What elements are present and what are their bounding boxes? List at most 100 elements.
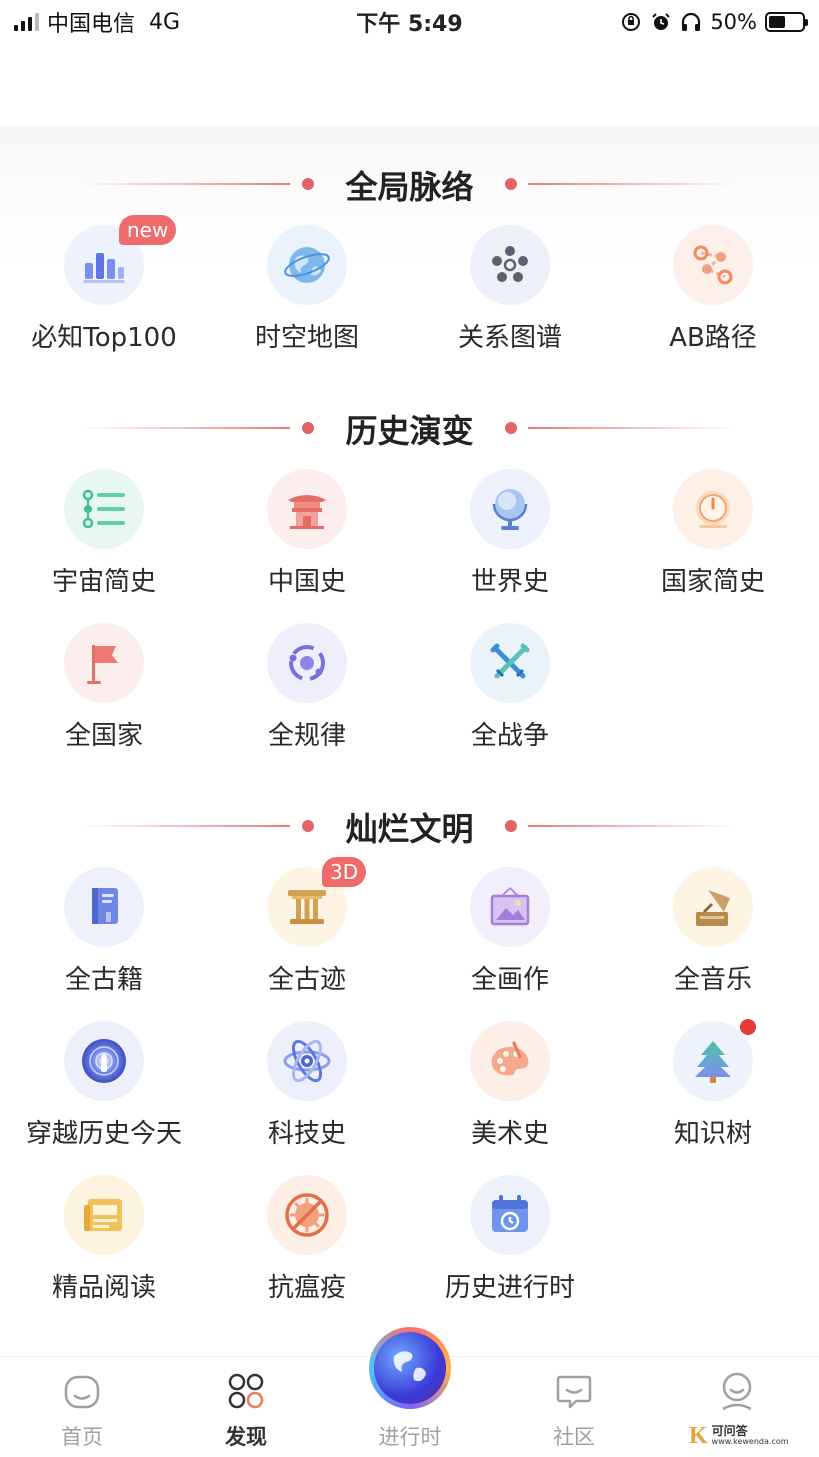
tab-discover[interactable]: 发现 <box>164 1357 328 1457</box>
item-label: 全国家 <box>64 721 143 751</box>
flag-icon <box>64 623 144 703</box>
item-label: 科技史 <box>267 1119 346 1149</box>
item-label: 抗瘟疫 <box>267 1273 346 1303</box>
item-label: 关系图谱 <box>457 323 562 353</box>
item-label: 穿越历史今天 <box>25 1119 182 1149</box>
item-label: 中国史 <box>267 567 346 597</box>
item-label: 精品阅读 <box>51 1273 156 1303</box>
network-type: 4G <box>149 9 181 35</box>
new-badge: new <box>119 215 177 245</box>
item-label: 美术史 <box>470 1119 549 1149</box>
path-nodes-icon <box>673 225 753 305</box>
palette-icon <box>470 1021 550 1101</box>
status-right-group: 50% <box>620 10 808 34</box>
graph-nodes-icon <box>470 225 550 305</box>
item-art-history[interactable]: 美术史 <box>415 1021 605 1151</box>
item-world-history[interactable]: 世界史 <box>415 469 605 599</box>
no-virus-icon <box>267 1175 347 1255</box>
item-spacetime-map[interactable]: 时空地图 <box>212 225 402 355</box>
tab-label: 进行时 <box>378 1425 442 1449</box>
item-relation-graph[interactable]: 关系图谱 <box>415 225 605 355</box>
item-all-paintings[interactable]: 全画作 <box>415 867 605 997</box>
item-all-countries[interactable]: 全国家 <box>9 623 199 753</box>
tab-label: 社区 <box>553 1425 595 1449</box>
headphones-icon <box>680 11 702 33</box>
status-bar: 中国电信 4G 50% <box>0 0 819 44</box>
section-title: 灿烂文明 <box>345 810 474 848</box>
item-ancient-sites[interactable]: 3D 全古迹 <box>212 857 402 997</box>
battery-percentage: 50% <box>710 10 757 34</box>
bottom-tab-bar: 首页 发现 进行时 社区 我的 K 可问答 www.kewenda.com <box>0 1327 819 1457</box>
item-label: AB路径 <box>669 323 757 353</box>
watermark-brand: K <box>689 1422 708 1449</box>
top-nav-area <box>0 44 819 126</box>
battery-icon <box>765 12 808 32</box>
item-country-history[interactable]: 国家简史 <box>618 469 808 599</box>
rotation-lock-icon <box>620 11 642 33</box>
profile-icon <box>722 1372 752 1411</box>
calendar-clock-icon <box>470 1175 550 1255</box>
item-label: 世界史 <box>470 567 549 597</box>
list-timeline-icon <box>64 469 144 549</box>
tab-home[interactable]: 首页 <box>0 1357 164 1457</box>
clock-icon <box>673 469 753 549</box>
chat-icon <box>556 1375 592 1409</box>
item-today-in-history[interactable]: 穿越历史今天 <box>9 1021 199 1151</box>
painting-frame-icon <box>470 867 550 947</box>
book-icon <box>64 867 144 947</box>
item-label: 历史进行时 <box>444 1273 575 1303</box>
section-header-civilization: 灿烂文明 <box>0 796 819 856</box>
discover-icon <box>228 1373 264 1409</box>
section-title: 历史演变 <box>345 412 474 450</box>
3d-badge: 3D <box>322 857 367 887</box>
item-label: 宇宙简史 <box>51 567 156 597</box>
item-label: 全古籍 <box>64 965 143 995</box>
item-history-in-progress[interactable]: 历史进行时 <box>415 1175 605 1305</box>
atom-icon <box>267 1021 347 1101</box>
tab-label: 首页 <box>61 1425 103 1449</box>
watermark-url: www.kewenda.com <box>711 1437 789 1447</box>
newspaper-icon <box>64 1175 144 1255</box>
item-label: 知识树 <box>673 1119 752 1149</box>
item-tech-history[interactable]: 科技史 <box>212 1021 402 1151</box>
globe-map-icon <box>267 225 347 305</box>
watermark-logo: K 可问答 www.kewenda.com <box>689 1421 809 1451</box>
tab-label: 发现 <box>225 1425 267 1449</box>
item-label: 全战争 <box>470 721 549 751</box>
section-header-evolution: 历史演变 <box>0 398 819 458</box>
item-all-wars[interactable]: 全战争 <box>415 623 605 753</box>
earth-globe-icon[interactable] <box>369 1327 451 1409</box>
pavilion-icon <box>267 469 347 549</box>
orbit-icon <box>267 623 347 703</box>
item-top100[interactable]: new 必知Top100 <box>9 215 199 355</box>
gramophone-icon <box>673 867 753 947</box>
item-label: 全规律 <box>267 721 346 751</box>
signal-strength-icon <box>14 13 39 31</box>
item-anti-plague[interactable]: 抗瘟疫 <box>212 1175 402 1305</box>
item-label: 必知Top100 <box>31 323 177 353</box>
item-all-music[interactable]: 全音乐 <box>618 867 808 997</box>
item-ancient-books[interactable]: 全古籍 <box>9 867 199 997</box>
item-knowledge-tree[interactable]: 知识树 <box>618 1019 808 1151</box>
item-china-history[interactable]: 中国史 <box>212 469 402 599</box>
time-tunnel-icon <box>64 1021 144 1101</box>
section-title: 全局脉络 <box>345 168 474 206</box>
item-label: 时空地图 <box>254 323 359 353</box>
item-label: 全画作 <box>470 965 549 995</box>
item-universe-history[interactable]: 宇宙简史 <box>9 469 199 599</box>
tree-icon <box>673 1021 753 1101</box>
desk-globe-icon <box>470 469 550 549</box>
item-ab-path[interactable]: AB路径 <box>618 225 808 355</box>
notification-dot <box>740 1019 756 1035</box>
item-premium-reading[interactable]: 精品阅读 <box>9 1175 199 1305</box>
section-header-global: 全局脉络 <box>0 154 819 214</box>
home-icon <box>64 1375 100 1409</box>
item-all-patterns[interactable]: 全规律 <box>212 623 402 753</box>
item-label: 全音乐 <box>673 965 752 995</box>
item-label: 国家简史 <box>660 567 765 597</box>
alarm-icon <box>650 11 672 33</box>
discover-content: 全局脉络 new 必知Top100 时空地图 关系图谱 AB路径 历史演变 宇宙… <box>0 126 819 1356</box>
tab-community[interactable]: 社区 <box>492 1357 656 1457</box>
crossed-swords-icon <box>470 623 550 703</box>
item-label: 全古迹 <box>267 965 346 995</box>
